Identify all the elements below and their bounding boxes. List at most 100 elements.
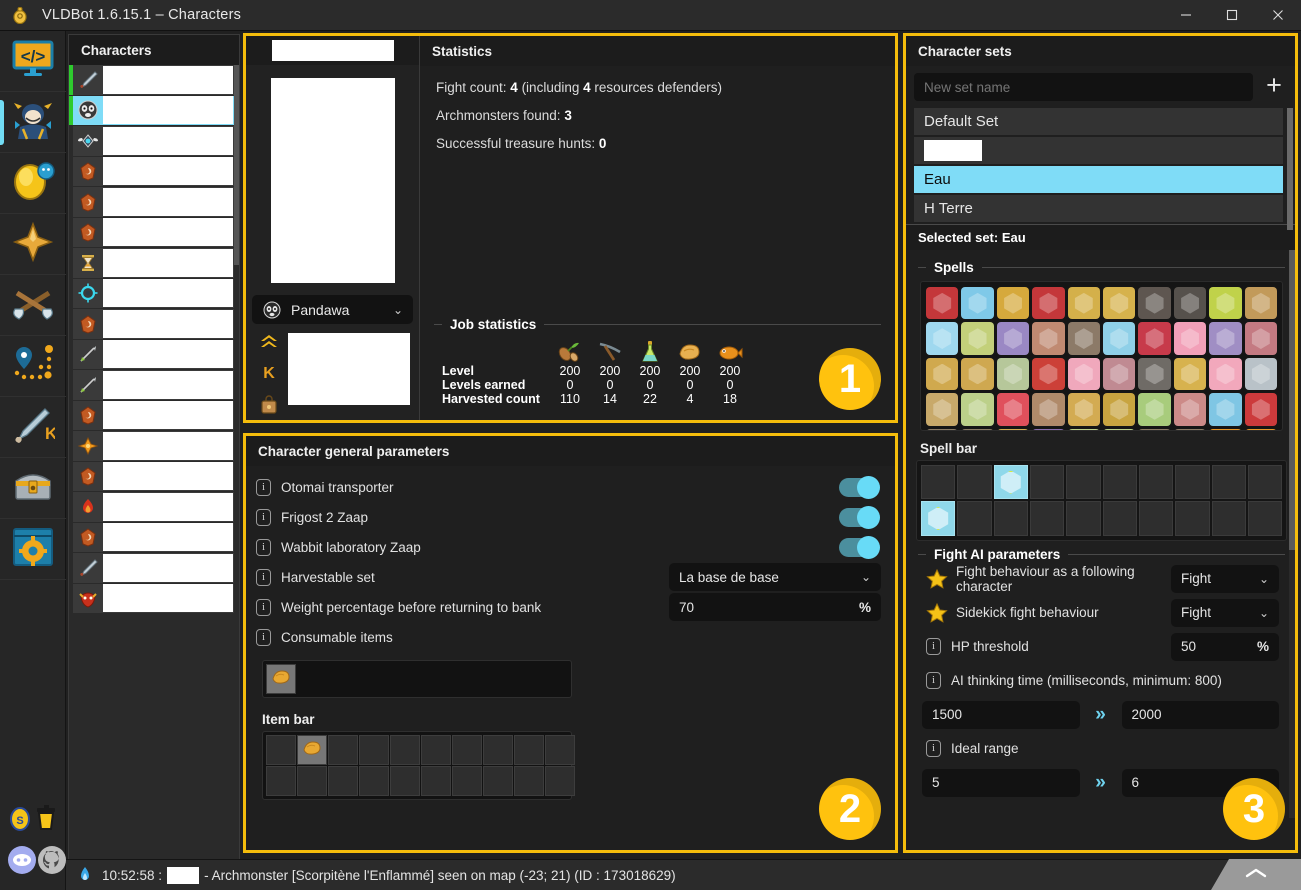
spell-icon[interactable] [1209, 393, 1242, 426]
spell-icon[interactable] [961, 393, 994, 426]
character-set-item[interactable]: Eau [914, 166, 1283, 195]
item-bar-slot[interactable] [545, 735, 575, 765]
item-bar-slot[interactable] [359, 735, 389, 765]
character-list-item[interactable] [73, 370, 239, 401]
fight-ai-select[interactable]: Fight ⌄ [1171, 598, 1279, 627]
item-bar-slot[interactable] [421, 735, 451, 765]
item-bar-slot[interactable] [545, 766, 575, 796]
parameter-select[interactable]: La base de base ⌄ [669, 563, 881, 591]
spell-icon[interactable] [996, 322, 1030, 355]
spell-bar-slot[interactable] [993, 501, 1028, 536]
range-min-input[interactable]: 1500 [922, 700, 1080, 729]
spell-icon[interactable] [1138, 287, 1171, 320]
character-set-item[interactable] [914, 137, 1283, 166]
character-list-item[interactable] [73, 492, 239, 523]
spell-bar-slot[interactable] [1175, 501, 1210, 536]
characters-scrollbar[interactable] [234, 65, 239, 632]
discord-icon[interactable] [7, 845, 37, 880]
item-bar-grid[interactable] [262, 731, 575, 800]
item-bar-slot[interactable] [359, 766, 389, 796]
characters-list[interactable] [69, 65, 239, 632]
item-bar-slot[interactable] [266, 766, 296, 796]
fight-ai-select[interactable]: Fight ⌄ [1171, 564, 1279, 593]
spell-icon[interactable] [1209, 287, 1242, 320]
character-sets-list[interactable]: Default Set Eau H Terre [906, 108, 1295, 230]
sidebar-item-characters[interactable] [0, 92, 66, 153]
character-list-item[interactable] [73, 248, 239, 279]
info-icon[interactable]: i [256, 508, 271, 526]
spell-icon[interactable] [1032, 393, 1065, 426]
item-bar-slot[interactable] [514, 766, 544, 796]
spell-bar-slot[interactable] [1138, 465, 1174, 500]
character-list-item[interactable] [73, 461, 239, 492]
spell-icon[interactable] [1138, 322, 1171, 355]
sidebar-item-treasure[interactable] [0, 458, 66, 519]
parameter-toggle[interactable] [839, 475, 880, 499]
character-list-item[interactable] [73, 431, 239, 462]
close-button[interactable] [1255, 0, 1301, 31]
character-set-item[interactable]: H Terre [914, 195, 1283, 224]
spell-icon[interactable] [1032, 287, 1065, 320]
item-bar-slot[interactable] [328, 766, 358, 796]
set-details-scrollbar[interactable] [1289, 250, 1295, 818]
spell-icon[interactable] [926, 357, 959, 391]
spell-bar-slot[interactable] [957, 501, 992, 536]
spell-icon[interactable] [926, 322, 959, 355]
spell-bar-slot[interactable] [1029, 501, 1065, 536]
minimize-button[interactable] [1163, 0, 1209, 31]
spell-bar-slot[interactable] [921, 465, 956, 500]
spell-bar-slot[interactable] [1066, 501, 1101, 536]
parameter-toggle[interactable] [839, 535, 880, 559]
spell-icon[interactable] [1209, 357, 1242, 391]
spell-bar-slot[interactable] [993, 465, 1028, 500]
spell-icon[interactable] [1244, 322, 1278, 355]
spell-bar-slot[interactable] [1247, 501, 1283, 536]
item-bar-slot[interactable] [452, 735, 482, 765]
info-icon[interactable]: i [926, 740, 941, 758]
new-set-name-input[interactable] [914, 73, 1253, 101]
spell-icon[interactable] [1067, 393, 1101, 426]
spell-bar-slot[interactable] [957, 465, 992, 500]
spell-icon[interactable] [1138, 357, 1171, 391]
item-bar-slot[interactable] [483, 735, 513, 765]
info-icon[interactable]: i [256, 538, 271, 556]
spell-icon[interactable] [1103, 322, 1136, 355]
sidebar-item-paths[interactable] [0, 336, 66, 397]
info-icon[interactable]: i [926, 638, 941, 656]
spell-icon[interactable] [1244, 287, 1278, 320]
parameter-toggle[interactable] [839, 505, 880, 529]
character-list-item[interactable] [69, 65, 239, 96]
fight-ai-number-input[interactable]: 50% [1171, 632, 1279, 661]
spell-icon[interactable] [1138, 428, 1171, 430]
sidebar-item-settings[interactable] [0, 519, 66, 580]
spell-bar-slot[interactable] [1102, 501, 1137, 536]
spell-bar-slot[interactable] [1029, 465, 1065, 500]
spell-bar-slot[interactable] [1247, 465, 1283, 500]
character-list-item[interactable] [73, 278, 239, 309]
info-icon[interactable]: i [256, 628, 271, 646]
spell-icon[interactable] [1173, 428, 1207, 430]
spell-icon[interactable] [926, 393, 959, 426]
consumable-items-strip[interactable] [262, 660, 572, 698]
sidebar-item-kolizeum[interactable]: K [0, 397, 66, 458]
spell-bar-slot[interactable] [1102, 465, 1137, 500]
spell-icon[interactable] [1173, 393, 1207, 426]
info-icon[interactable]: i [256, 598, 271, 616]
spell-icon[interactable] [1103, 393, 1136, 426]
consumable-slot[interactable] [266, 664, 296, 694]
item-bar-slot[interactable] [452, 766, 482, 796]
range-max-input[interactable]: 2000 [1121, 700, 1279, 729]
character-list-item[interactable] [73, 339, 239, 370]
spell-icon[interactable] [1173, 357, 1207, 391]
maximize-button[interactable] [1209, 0, 1255, 31]
item-bar-slot[interactable] [421, 766, 451, 796]
character-list-item[interactable] [69, 95, 239, 126]
spell-icon[interactable] [1067, 322, 1101, 355]
info-icon[interactable]: i [926, 672, 941, 690]
spell-icon[interactable] [996, 287, 1030, 320]
spells-grid[interactable] [920, 281, 1283, 431]
spell-bar-slot[interactable] [921, 501, 956, 536]
spell-icon[interactable] [1067, 428, 1101, 430]
spell-icon[interactable] [996, 393, 1030, 426]
breed-select[interactable]: Pandawa ⌄ [252, 295, 413, 325]
